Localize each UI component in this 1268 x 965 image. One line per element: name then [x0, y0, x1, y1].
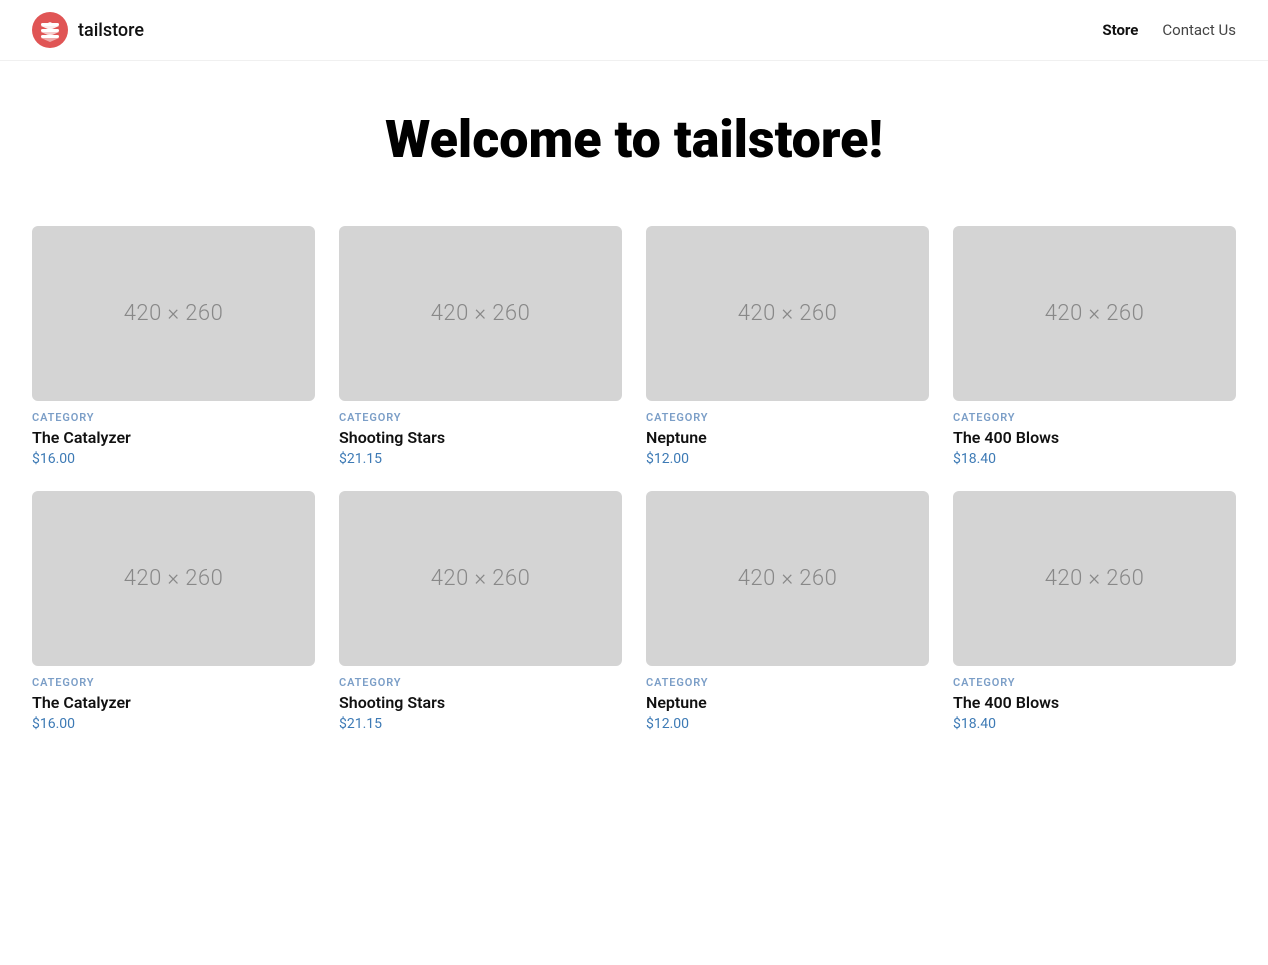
nav: Store Contact Us [1102, 21, 1236, 39]
product-image: 420 × 260 [32, 491, 315, 666]
product-category: CATEGORY [339, 676, 622, 689]
product-card[interactable]: 420 × 260 CATEGORY The 400 Blows $18.40 [953, 491, 1236, 732]
hero-section: Welcome to tailstore! [0, 61, 1268, 210]
product-card[interactable]: 420 × 260 CATEGORY Shooting Stars $21.15 [339, 226, 622, 467]
product-name: Shooting Stars [339, 693, 622, 712]
product-image: 420 × 260 [646, 226, 929, 401]
product-category: CATEGORY [339, 411, 622, 424]
product-category: CATEGORY [32, 676, 315, 689]
hero-title: Welcome to tailstore! [32, 109, 1236, 170]
product-category: CATEGORY [646, 411, 929, 424]
product-name: The 400 Blows [953, 693, 1236, 712]
product-category: CATEGORY [646, 676, 929, 689]
product-name: The Catalyzer [32, 693, 315, 712]
product-image: 420 × 260 [953, 491, 1236, 666]
product-price: $16.00 [32, 716, 315, 732]
product-image: 420 × 260 [953, 226, 1236, 401]
logo-text: tailstore [78, 20, 144, 41]
product-price: $12.00 [646, 451, 929, 467]
product-image: 420 × 260 [32, 226, 315, 401]
product-price: $21.15 [339, 716, 622, 732]
product-card[interactable]: 420 × 260 CATEGORY Shooting Stars $21.15 [339, 491, 622, 732]
nav-contact-link[interactable]: Contact Us [1162, 21, 1236, 39]
product-card[interactable]: 420 × 260 CATEGORY Neptune $12.00 [646, 491, 929, 732]
product-category: CATEGORY [953, 411, 1236, 424]
header: tailstore Store Contact Us [0, 0, 1268, 61]
product-grid: 420 × 260 CATEGORY The Catalyzer $16.00 … [32, 226, 1236, 732]
product-card[interactable]: 420 × 260 CATEGORY The Catalyzer $16.00 [32, 491, 315, 732]
product-name: Shooting Stars [339, 428, 622, 447]
nav-store-link[interactable]: Store [1102, 21, 1138, 39]
product-image: 420 × 260 [339, 226, 622, 401]
product-price: $21.15 [339, 451, 622, 467]
logo-area: tailstore [32, 12, 144, 48]
product-price: $18.40 [953, 451, 1236, 467]
logo-icon [32, 12, 68, 48]
product-image: 420 × 260 [339, 491, 622, 666]
product-card[interactable]: 420 × 260 CATEGORY Neptune $12.00 [646, 226, 929, 467]
product-price: $16.00 [32, 451, 315, 467]
product-category: CATEGORY [32, 411, 315, 424]
product-grid-container: 420 × 260 CATEGORY The Catalyzer $16.00 … [0, 210, 1268, 780]
product-name: Neptune [646, 693, 929, 712]
product-price: $18.40 [953, 716, 1236, 732]
product-price: $12.00 [646, 716, 929, 732]
product-name: Neptune [646, 428, 929, 447]
product-image: 420 × 260 [646, 491, 929, 666]
product-name: The Catalyzer [32, 428, 315, 447]
product-card[interactable]: 420 × 260 CATEGORY The 400 Blows $18.40 [953, 226, 1236, 467]
product-card[interactable]: 420 × 260 CATEGORY The Catalyzer $16.00 [32, 226, 315, 467]
product-name: The 400 Blows [953, 428, 1236, 447]
product-category: CATEGORY [953, 676, 1236, 689]
